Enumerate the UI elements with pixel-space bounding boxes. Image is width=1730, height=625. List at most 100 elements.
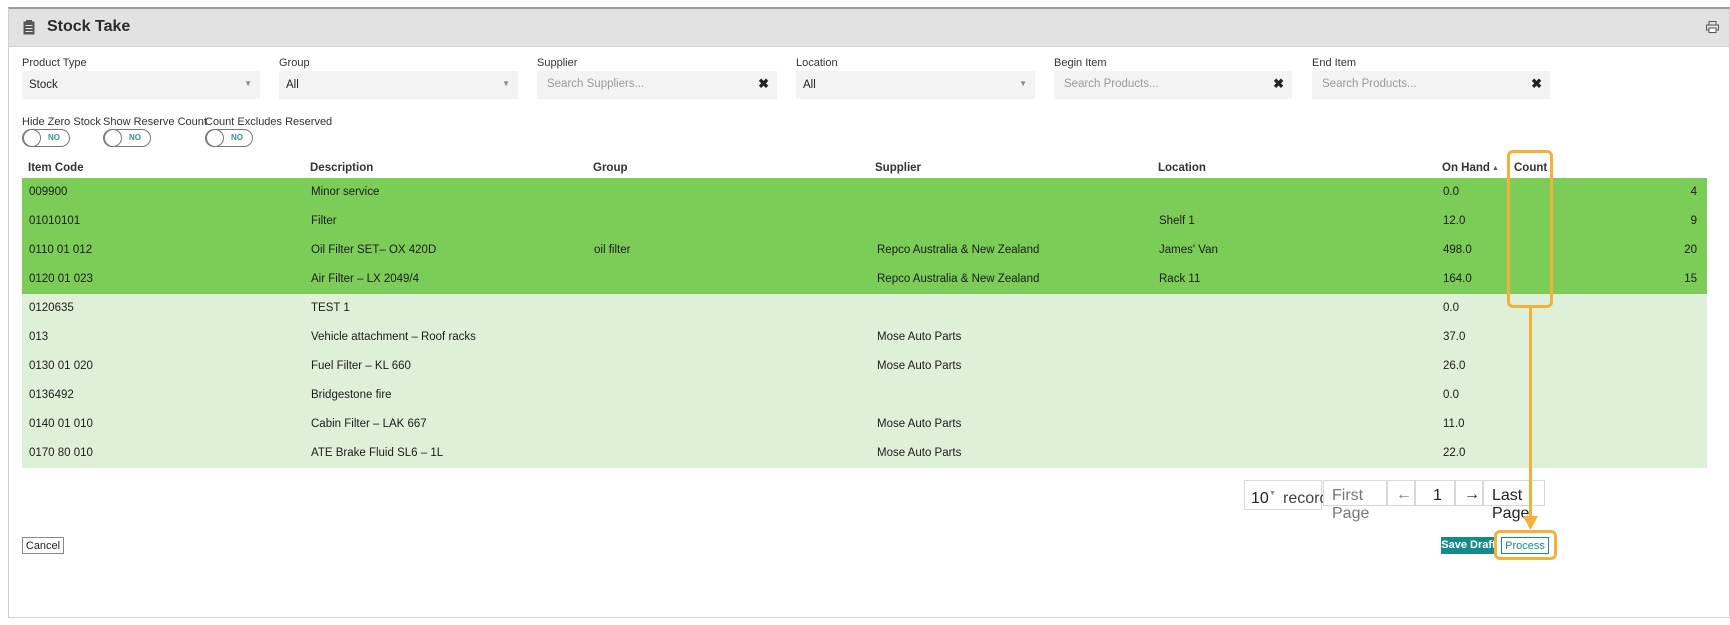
begin-item-search-input[interactable]: Search Products... ✖	[1054, 71, 1292, 99]
cell-supplier: Repco Australia & New Zealand	[877, 273, 1040, 285]
cell-count[interactable]: 20	[1684, 244, 1697, 256]
end-item-label: End Item	[1312, 57, 1357, 69]
cell-description: Cabin Filter – LAK 667	[311, 418, 427, 430]
end-item-search-input[interactable]: Search Products... ✖	[1312, 71, 1550, 99]
table-row[interactable]: 0130 01 020 Fuel Filter – KL 660 Mose Auto…	[22, 352, 1707, 381]
begin-item-placeholder: Search Products...	[1064, 78, 1159, 90]
cell-count[interactable]: 4	[1691, 186, 1697, 198]
show-reserve-count-toggle[interactable]: NO	[103, 129, 151, 147]
table-row[interactable]: 01010101 Filter Shelf 1 12.0 9	[22, 207, 1707, 236]
cell-description: ATE Brake Fluid SL6 – 1L	[311, 447, 444, 459]
cell-description: Oil Filter SET– OX 420D	[311, 244, 437, 256]
begin-item-label: Begin Item	[1054, 57, 1107, 69]
toggle-knob	[23, 129, 41, 147]
cell-item-code: 0140 01 010	[29, 418, 93, 430]
count-excludes-reserved-toggle[interactable]: NO	[205, 129, 253, 147]
arrow-left-icon: ←	[1396, 486, 1412, 503]
product-type-value: Stock	[29, 79, 58, 91]
next-page-button[interactable]: →	[1455, 480, 1483, 506]
supplier-placeholder: Search Suppliers...	[547, 78, 645, 90]
page-size-select[interactable]: 10 ▼ records	[1244, 480, 1336, 510]
column-header-on-hand[interactable]: On Hand	[1442, 162, 1490, 174]
cell-location: Rack 11	[1159, 273, 1201, 285]
cell-on-hand: 11.0	[1443, 418, 1465, 430]
location-label: Location	[796, 57, 838, 69]
cell-item-code: 009900	[29, 186, 68, 198]
process-button-highlight	[1494, 530, 1557, 560]
page-number-value: 1	[1433, 487, 1442, 504]
column-header-description[interactable]: Description	[310, 162, 373, 174]
toggle-knob	[206, 129, 224, 147]
product-type-label: Product Type	[22, 57, 87, 69]
page-number-input[interactable]: 1	[1415, 480, 1455, 506]
cell-item-code: 0120 01 023	[29, 273, 93, 285]
cell-supplier: Repco Australia & New Zealand	[877, 244, 1040, 256]
group-label: Group	[279, 57, 310, 69]
cell-item-code: 013	[29, 331, 49, 343]
toggle-knob	[104, 129, 122, 147]
first-page-label: First Page	[1332, 487, 1370, 522]
highlight-connector-line	[1529, 308, 1532, 520]
group-value: All	[286, 79, 299, 91]
cell-item-code: 0120635	[29, 302, 74, 314]
column-header-location[interactable]: Location	[1158, 162, 1206, 174]
cell-count[interactable]: 9	[1691, 215, 1697, 227]
count-column-highlight	[1507, 150, 1553, 308]
clear-icon[interactable]: ✖	[758, 76, 769, 92]
column-header-supplier[interactable]: Supplier	[875, 162, 921, 174]
cell-description: TEST 1	[311, 302, 350, 314]
prev-page-button[interactable]: ←	[1387, 480, 1415, 506]
column-header-group[interactable]: Group	[593, 162, 628, 174]
table-row[interactable]: 009900 Minor service 0.0 4	[22, 178, 1707, 207]
location-value: All	[803, 79, 816, 91]
cell-on-hand: 37.0	[1443, 331, 1466, 343]
column-header-item-code[interactable]: Item Code	[28, 162, 84, 174]
chevron-down-icon: ▼	[1269, 490, 1276, 497]
cell-count[interactable]: 15	[1684, 273, 1697, 285]
last-page-button[interactable]: Last Page	[1483, 480, 1545, 522]
toggle-state: NO	[231, 133, 243, 142]
table-row[interactable]: 0170 80 010 ATE Brake Fluid SL6 – 1L Mose …	[22, 439, 1707, 468]
page-title: Stock Take	[47, 18, 131, 35]
supplier-label: Supplier	[537, 57, 578, 69]
group-select[interactable]: All ▼	[279, 71, 518, 99]
cell-item-code: 0110 01 012	[29, 244, 93, 256]
cell-description: Minor service	[311, 186, 380, 198]
title-bar: Stock Take	[9, 9, 1729, 47]
cell-supplier: Mose Auto Parts	[877, 447, 962, 459]
cell-description: Vehicle attachment – Roof racks	[311, 331, 476, 343]
save-draft-button[interactable]: Save Draft	[1441, 537, 1496, 554]
chevron-down-icon: ▼	[502, 79, 510, 88]
location-select[interactable]: All ▼	[796, 71, 1035, 99]
table-row[interactable]: 0140 01 010 Cabin Filter – LAK 667 Mose Au…	[22, 410, 1707, 439]
print-icon[interactable]	[1706, 21, 1719, 33]
table-row[interactable]: 0136492 Bridgestone fire 0.0	[22, 381, 1707, 410]
supplier-search-input[interactable]: Search Suppliers... ✖	[537, 71, 777, 99]
cancel-button[interactable]: Cancel	[22, 537, 64, 554]
table-row[interactable]: 0120 01 023 Air Filter – LX 2049/4 Repco A…	[22, 265, 1707, 294]
toggle-state: NO	[129, 133, 141, 142]
cell-item-code: 0130 01 020	[29, 360, 93, 372]
cell-on-hand: 164.0	[1443, 273, 1472, 285]
cell-on-hand: 12.0	[1443, 215, 1466, 227]
end-item-placeholder: Search Products...	[1322, 78, 1417, 90]
cell-on-hand: 0.0	[1443, 186, 1459, 198]
first-page-button[interactable]: First Page	[1323, 480, 1387, 522]
cell-location: James' Van	[1159, 244, 1218, 256]
cell-on-hand: 0.0	[1443, 302, 1459, 314]
table-row[interactable]: 013 Vehicle attachment – Roof racks Mose A…	[22, 323, 1707, 352]
cell-on-hand: 22.0	[1443, 447, 1466, 459]
toggle-state: NO	[48, 133, 60, 142]
hide-zero-stock-label: Hide Zero Stock	[22, 116, 101, 128]
hide-zero-stock-toggle[interactable]: NO	[22, 129, 70, 147]
clipboard-icon	[23, 20, 35, 35]
cell-location: Shelf 1	[1159, 215, 1195, 227]
chevron-down-icon: ▼	[244, 79, 252, 88]
product-type-select[interactable]: Stock ▼	[22, 71, 260, 99]
clear-icon[interactable]: ✖	[1273, 76, 1284, 92]
table-row[interactable]: 0120635 TEST 1 0.0	[22, 294, 1707, 323]
page-size-value: 10	[1251, 490, 1269, 507]
cell-on-hand: 0.0	[1443, 389, 1459, 401]
clear-icon[interactable]: ✖	[1531, 76, 1542, 92]
table-row[interactable]: 0110 01 012 Oil Filter SET– OX 420D oil fi…	[22, 236, 1707, 265]
